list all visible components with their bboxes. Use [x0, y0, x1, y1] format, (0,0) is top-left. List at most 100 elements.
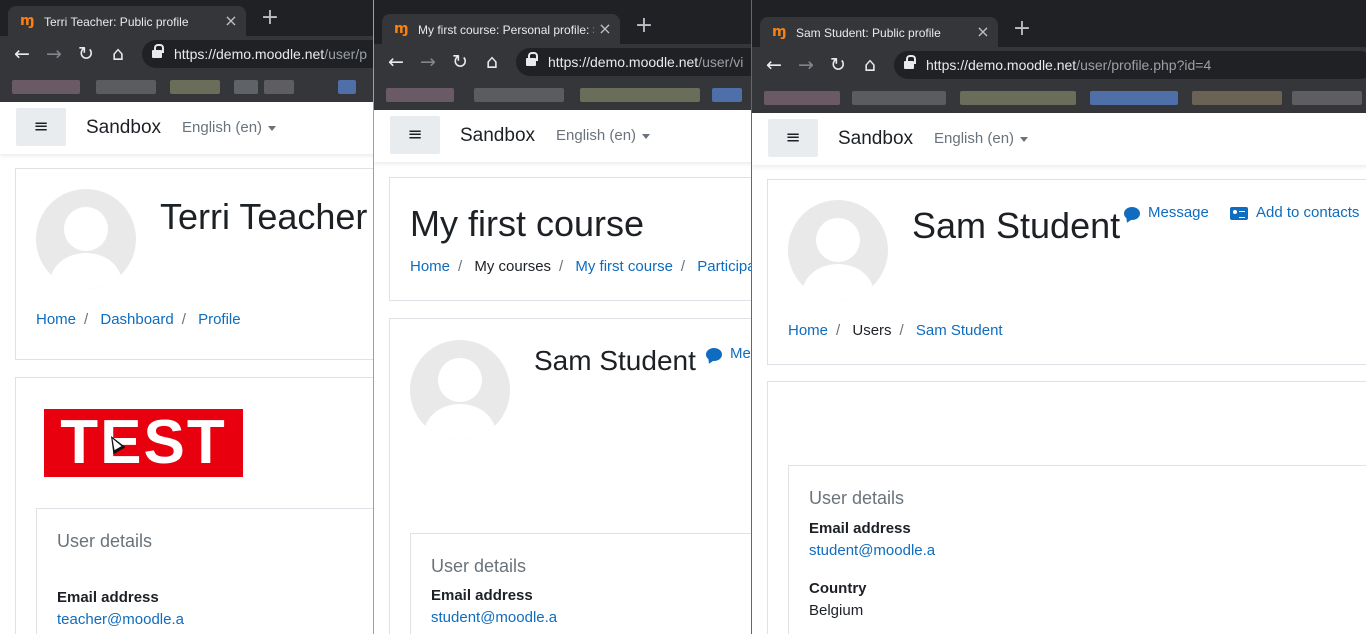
- hamburger-icon[interactable]: ≡: [390, 116, 440, 154]
- breadcrumb-profile[interactable]: Profile: [198, 311, 241, 328]
- hamburger-icon[interactable]: ≡: [768, 119, 818, 157]
- home-icon[interactable]: ⌂: [479, 49, 505, 75]
- add-contact-icon: [1230, 206, 1248, 220]
- page-title: Sam Student: [912, 205, 1121, 246]
- bookmark-item[interactable]: [386, 88, 454, 102]
- breadcrumb-separator: /: [836, 322, 841, 339]
- caret-down-icon: [1020, 136, 1029, 142]
- breadcrumb-participants[interactable]: Participa: [697, 258, 751, 275]
- reload-icon[interactable]: ↻: [825, 52, 851, 78]
- back-arrow-icon[interactable]: ←: [761, 52, 787, 78]
- breadcrumb-separator: /: [559, 258, 564, 275]
- back-arrow-icon[interactable]: ←: [383, 49, 409, 75]
- bookmark-item[interactable]: [580, 88, 700, 102]
- user-details-section: User details Email address student@moodl…: [410, 533, 751, 634]
- breadcrumb-separator: /: [899, 322, 904, 339]
- message-button[interactable]: Me: [706, 344, 751, 364]
- moodle-navbar: ≡ Sandbox English (en): [752, 113, 1366, 165]
- moodle-navbar: ≡ Sandbox English (en): [0, 102, 373, 154]
- browser-tab[interactable]: ɱ Terri Teacher: Public profile ×: [8, 6, 246, 36]
- breadcrumb-course[interactable]: My first course: [575, 258, 673, 275]
- bookmark-item[interactable]: [338, 80, 356, 94]
- new-tab-button[interactable]: +: [256, 4, 284, 32]
- bookmarks-bar: [374, 80, 751, 110]
- breadcrumb-home[interactable]: Home: [788, 322, 828, 339]
- user-details-heading: User details: [431, 556, 527, 576]
- email-link[interactable]: student@moodle.a: [431, 609, 557, 626]
- bookmark-item[interactable]: [474, 88, 564, 102]
- lock-icon: [904, 55, 916, 71]
- add-to-contacts-button[interactable]: Add to contacts: [1230, 203, 1359, 223]
- tab-strip: ɱ My first course: Personal profile: S ×…: [374, 8, 751, 44]
- forward-arrow-icon[interactable]: →: [793, 52, 819, 78]
- course-header-card: My first course Home / My courses / My fir…: [389, 177, 751, 301]
- site-brand[interactable]: Sandbox: [460, 124, 535, 148]
- browser-toolbar: ← → ↻ ⌂ https://demo.moodle.net/user/pro…: [752, 47, 1366, 83]
- bookmark-item[interactable]: [234, 80, 258, 94]
- bookmark-item[interactable]: [96, 80, 156, 94]
- breadcrumb-home[interactable]: Home: [410, 258, 450, 275]
- page-title: Terri Teacher: [160, 196, 368, 237]
- address-bar[interactable]: https://demo.moodle.net/user/vi: [516, 48, 751, 76]
- address-url: https://demo.moodle.net/user/profile.php…: [926, 57, 1212, 73]
- breadcrumb-home[interactable]: Home: [36, 311, 76, 328]
- profile-name: Sam Student: [534, 345, 696, 376]
- address-bar[interactable]: https://demo.moodle.net/user/p: [142, 40, 373, 68]
- breadcrumb-users[interactable]: Users: [852, 322, 891, 339]
- browser-tab[interactable]: ɱ My first course: Personal profile: S ×: [382, 14, 620, 44]
- new-tab-button[interactable]: +: [630, 12, 658, 40]
- forward-arrow-icon[interactable]: →: [415, 49, 441, 75]
- course-title: My first course: [410, 203, 645, 244]
- site-brand[interactable]: Sandbox: [838, 127, 913, 151]
- moodle-favicon: ɱ: [772, 24, 787, 40]
- message-button[interactable]: Message: [1124, 203, 1209, 223]
- message-icon: [706, 347, 722, 361]
- bookmarks-bar: [0, 72, 373, 102]
- forward-arrow-icon[interactable]: →: [41, 41, 67, 67]
- bookmark-item[interactable]: [170, 80, 220, 94]
- bookmark-item[interactable]: [1292, 91, 1362, 105]
- address-url: https://demo.moodle.net/user/p: [174, 46, 368, 62]
- home-icon[interactable]: ⌂: [857, 52, 883, 78]
- breadcrumb: Home / Dashboard / Profile: [36, 310, 241, 330]
- lock-icon: [526, 52, 538, 68]
- country-label: Country: [809, 580, 867, 597]
- message-icon: [1124, 206, 1140, 220]
- bookmark-item[interactable]: [264, 80, 294, 94]
- language-menu[interactable]: English (en): [556, 126, 651, 146]
- bookmarks-bar: [752, 83, 1366, 113]
- bookmark-item[interactable]: [12, 80, 80, 94]
- bookmark-item[interactable]: [1090, 91, 1178, 105]
- new-tab-button[interactable]: +: [1008, 15, 1036, 43]
- email-link[interactable]: teacher@moodle.a: [57, 611, 184, 628]
- language-menu[interactable]: English (en): [182, 118, 277, 138]
- email-label: Email address: [431, 587, 533, 604]
- user-details-heading: User details: [809, 488, 905, 508]
- bookmark-item[interactable]: [712, 88, 742, 102]
- back-arrow-icon[interactable]: ←: [9, 41, 35, 67]
- user-avatar: [410, 340, 510, 440]
- bookmark-item[interactable]: [764, 91, 840, 105]
- site-brand[interactable]: Sandbox: [86, 116, 161, 140]
- bookmark-item[interactable]: [1192, 91, 1282, 105]
- browser-tab[interactable]: ɱ Sam Student: Public profile ×: [760, 17, 998, 47]
- tab-title: Terri Teacher: Public profile: [44, 15, 189, 29]
- breadcrumb-dashboard[interactable]: Dashboard: [100, 311, 173, 328]
- page-header-card: Terri Teacher Home / Dashboard / Profile: [15, 168, 373, 360]
- reload-icon[interactable]: ↻: [447, 49, 473, 75]
- bookmark-item[interactable]: [852, 91, 946, 105]
- tab-close-icon[interactable]: ×: [974, 23, 992, 41]
- breadcrumb-my-courses[interactable]: My courses: [474, 258, 551, 275]
- browser-toolbar: ← → ↻ ⌂ https://demo.moodle.net/user/p: [0, 36, 373, 72]
- language-menu[interactable]: English (en): [934, 129, 1029, 149]
- hamburger-icon[interactable]: ≡: [16, 108, 66, 146]
- tab-close-icon[interactable]: ×: [596, 20, 614, 38]
- bookmark-item[interactable]: [960, 91, 1076, 105]
- tab-close-icon[interactable]: ×: [222, 12, 240, 30]
- reload-icon[interactable]: ↻: [73, 41, 99, 67]
- home-icon[interactable]: ⌂: [105, 41, 131, 67]
- address-bar[interactable]: https://demo.moodle.net/user/profile.php…: [894, 51, 1366, 79]
- email-link[interactable]: student@moodle.a: [809, 542, 935, 559]
- breadcrumb-sam-student[interactable]: Sam Student: [916, 322, 1003, 339]
- tab-strip: ɱ Sam Student: Public profile × +: [752, 11, 1366, 47]
